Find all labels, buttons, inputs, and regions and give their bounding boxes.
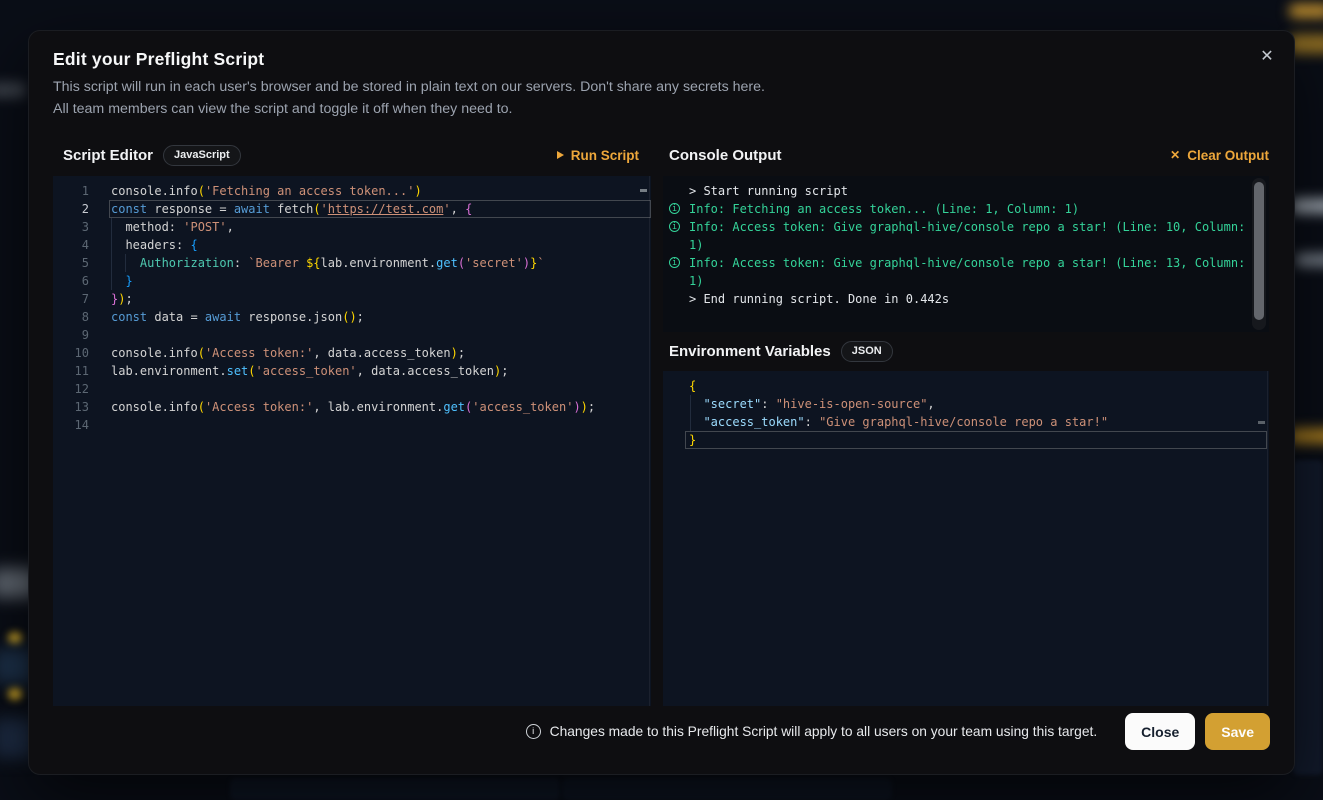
console-line: 1) <box>689 272 1269 290</box>
overview-ruler-marker <box>640 189 647 192</box>
json-badge: JSON <box>841 341 893 362</box>
env-line[interactable]: "secret": "hive-is-open-source", <box>663 395 1269 413</box>
console-line: Info: Access token: Give graphql-hive/co… <box>689 218 1269 236</box>
console-header: Console Output ✕ Clear Output <box>663 143 1269 167</box>
console-entry: i Info: Access token: Give graphql-hive/c… <box>663 218 1269 254</box>
clear-output-label: Clear Output <box>1187 148 1269 163</box>
code-line[interactable]: 10console.info('Access token:', data.acc… <box>53 344 651 362</box>
code-line[interactable]: 7}); <box>53 290 651 308</box>
script-editor-header: Script Editor JavaScript Run Script <box>53 143 651 167</box>
run-script-button[interactable]: Run Script <box>557 148 639 163</box>
code-line[interactable]: 4 headers: { <box>53 236 651 254</box>
editor-edge <box>649 176 650 706</box>
line-number: 14 <box>53 416 89 434</box>
code-line[interactable]: 13console.info('Access token:', lab.envi… <box>53 398 651 416</box>
line-number: 4 <box>53 236 89 254</box>
line-number: 5 <box>53 254 89 272</box>
line-number: 7 <box>53 290 89 308</box>
overview-ruler-marker <box>1258 421 1265 424</box>
line-number: 3 <box>53 218 89 236</box>
background-blur <box>8 688 22 700</box>
console-line: 1) <box>689 236 1269 254</box>
background-blur <box>1295 253 1323 267</box>
clear-icon: ✕ <box>1170 149 1180 161</box>
line-number: 8 <box>53 308 89 326</box>
script-editor-lines: 1console.info('Fetching an access token.… <box>53 182 651 434</box>
env-vars-header: Environment Variables JSON <box>663 339 1269 363</box>
console-entry: > End running script. Done in 0.442s <box>663 290 1269 308</box>
line-number: 13 <box>53 398 89 416</box>
play-icon <box>557 151 564 159</box>
background-blur <box>8 632 22 644</box>
console-entry: i Info: Access token: Give graphql-hive/c… <box>663 254 1269 290</box>
code-line[interactable]: 2const response = await fetch('https://t… <box>53 200 651 218</box>
console-output: > Start running script i Info: Fetching an… <box>663 176 1269 332</box>
console-scrollbar[interactable] <box>1252 178 1266 330</box>
env-vars-editor[interactable]: { "secret": "hive-is-open-source", "acce… <box>663 371 1269 706</box>
line-number: 1 <box>53 182 89 200</box>
code-line[interactable]: 14 <box>53 416 651 434</box>
close-button[interactable]: Close <box>1125 713 1195 750</box>
preflight-script-dialog: ✕ Edit your Preflight Script This script… <box>28 30 1295 775</box>
line-number: 11 <box>53 362 89 380</box>
info-circle-icon: i <box>669 203 680 214</box>
console-entry: > Start running script <box>663 182 1269 200</box>
code-line[interactable]: 12 <box>53 380 651 398</box>
env-vars-title: Environment Variables <box>669 343 831 360</box>
console-line: Info: Fetching an access token... (Line:… <box>689 200 1269 218</box>
code-line[interactable]: 9 <box>53 326 651 344</box>
console-output-title: Console Output <box>669 147 782 164</box>
console-entry: i Info: Fetching an access token... (Line… <box>663 200 1269 218</box>
dialog-description: This script will run in each user's brow… <box>53 76 765 120</box>
description-line: This script will run in each user's brow… <box>53 76 765 98</box>
console-line: > Start running script <box>689 182 1269 200</box>
background-blur <box>1291 198 1323 214</box>
editor-edge <box>1267 371 1268 706</box>
code-line[interactable]: 1console.info('Fetching an access token.… <box>53 182 651 200</box>
env-line[interactable]: { <box>663 377 1269 395</box>
code-line[interactable]: 5 Authorization: `Bearer ${lab.environme… <box>53 254 651 272</box>
description-line: All team members can view the script and… <box>53 98 765 120</box>
console-entries: > Start running script i Info: Fetching an… <box>663 182 1269 308</box>
code-line[interactable]: 6 } <box>53 272 651 290</box>
script-editor[interactable]: 1console.info('Fetching an access token.… <box>53 176 651 706</box>
close-icon[interactable]: ✕ <box>1252 41 1282 71</box>
env-vars-lines: { "secret": "hive-is-open-source", "acce… <box>663 377 1269 449</box>
dialog-footer: i Changes made to this Preflight Script … <box>53 713 1270 750</box>
code-line[interactable]: 3 method: 'POST', <box>53 218 651 236</box>
console-scrollbar-thumb[interactable] <box>1254 182 1264 320</box>
line-number: 10 <box>53 344 89 362</box>
footer-note: i Changes made to this Preflight Script … <box>526 724 1098 739</box>
background-blur <box>0 82 26 98</box>
save-button[interactable]: Save <box>1205 713 1270 750</box>
script-editor-title: Script Editor <box>63 147 153 164</box>
env-line[interactable]: } <box>663 431 1269 449</box>
console-line: > End running script. Done in 0.442s <box>689 290 1269 308</box>
clear-output-button[interactable]: ✕ Clear Output <box>1170 148 1269 163</box>
line-number: 9 <box>53 326 89 344</box>
page-title: Edit your Preflight Script <box>53 49 264 70</box>
code-line[interactable]: 8const data = await response.json(); <box>53 308 651 326</box>
language-badge: JavaScript <box>163 145 241 166</box>
env-line[interactable]: "access_token": "Give graphql-hive/conso… <box>663 413 1269 431</box>
info-circle-icon: i <box>526 724 541 739</box>
run-script-label: Run Script <box>571 148 639 163</box>
info-circle-icon: i <box>669 257 680 268</box>
line-number: 6 <box>53 272 89 290</box>
background-blur <box>562 778 892 800</box>
line-number: 12 <box>53 380 89 398</box>
code-line[interactable]: 11lab.environment.set('access_token', da… <box>53 362 651 380</box>
info-circle-icon: i <box>669 221 680 232</box>
line-number: 2 <box>53 200 89 218</box>
console-line: Info: Access token: Give graphql-hive/co… <box>689 254 1269 272</box>
background-blur <box>230 778 560 800</box>
background-blur <box>1293 460 1323 775</box>
background-blur <box>1289 4 1323 18</box>
footer-note-text: Changes made to this Preflight Script wi… <box>550 724 1098 739</box>
